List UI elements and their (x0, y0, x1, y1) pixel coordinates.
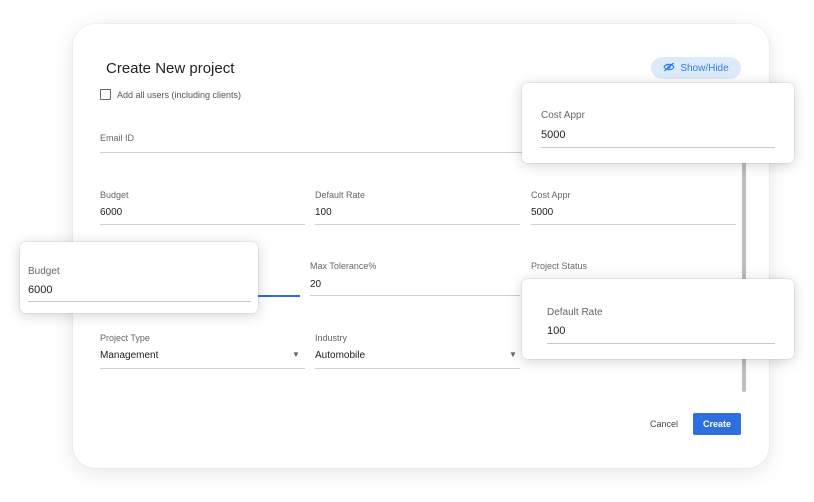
cost-appr-value: 5000 (531, 207, 554, 218)
cost-appr-underline (531, 224, 736, 225)
default-rate-value: 100 (315, 207, 332, 218)
add-all-users-option[interactable]: Add all users (including clients) (100, 89, 241, 100)
budget-field[interactable]: Budget 6000 (100, 190, 305, 225)
show-hide-label: Show/Hide (680, 62, 729, 74)
create-button[interactable]: Create (693, 413, 741, 435)
industry-underline (315, 368, 520, 369)
add-all-users-label: Add all users (including clients) (117, 89, 242, 100)
dialog-title: Create New project (106, 60, 235, 77)
project-type-label: Project Type (100, 333, 150, 343)
default-rate-label: Default Rate (315, 190, 366, 200)
default-rate-popup-label: Default Rate (547, 307, 603, 318)
triangle-down-icon: ▼ (509, 350, 517, 359)
cost-appr-popup-label: Cost Appr (541, 110, 585, 121)
add-all-users-checkbox[interactable] (100, 89, 111, 100)
cancel-button[interactable]: Cancel (642, 414, 686, 434)
email-underline (100, 152, 525, 153)
max-tolerance-value: 20 (310, 279, 322, 290)
default-rate-underline (315, 224, 520, 225)
default-rate-popup-underline (547, 343, 775, 344)
project-type-underline (100, 368, 305, 369)
industry-label: Industry (315, 333, 348, 343)
cost-appr-popup-card[interactable]: Cost Appr 5000 (522, 83, 794, 163)
project-type-value: Management (100, 350, 159, 361)
default-rate-popup-value: 100 (547, 325, 566, 337)
eye-off-icon (663, 62, 676, 75)
cost-appr-field[interactable]: Cost Appr 5000 (531, 190, 736, 225)
budget-popup-label: Budget (28, 266, 60, 277)
budget-value: 6000 (100, 207, 123, 218)
show-hide-button[interactable]: Show/Hide (651, 57, 741, 79)
max-tolerance-label: Max Tolerance% (310, 261, 377, 271)
cost-appr-popup-value: 5000 (541, 129, 566, 141)
cost-appr-popup-underline (541, 147, 775, 148)
budget-popup-underline (28, 301, 251, 302)
project-status-label: Project Status (531, 261, 588, 271)
email-label: Email ID (100, 133, 135, 143)
default-rate-field[interactable]: Default Rate 100 (315, 190, 520, 225)
budget-underline (100, 224, 305, 225)
budget-popup-value: 6000 (28, 284, 53, 296)
industry-select[interactable]: Industry Automobile ▼ (315, 333, 520, 369)
max-tolerance-field[interactable]: Max Tolerance% 20 (310, 261, 520, 297)
default-rate-popup-card[interactable]: Default Rate 100 (522, 279, 794, 359)
budget-label: Budget (100, 190, 129, 200)
project-type-select[interactable]: Project Type Management ▼ (100, 333, 305, 369)
email-field[interactable]: Email ID (100, 133, 525, 153)
budget-popup-card[interactable]: Budget 6000 (20, 242, 258, 313)
triangle-down-icon: ▼ (292, 350, 300, 359)
cost-appr-label: Cost Appr (531, 190, 571, 200)
industry-value: Automobile (315, 350, 366, 361)
max-tolerance-underline (310, 295, 520, 296)
